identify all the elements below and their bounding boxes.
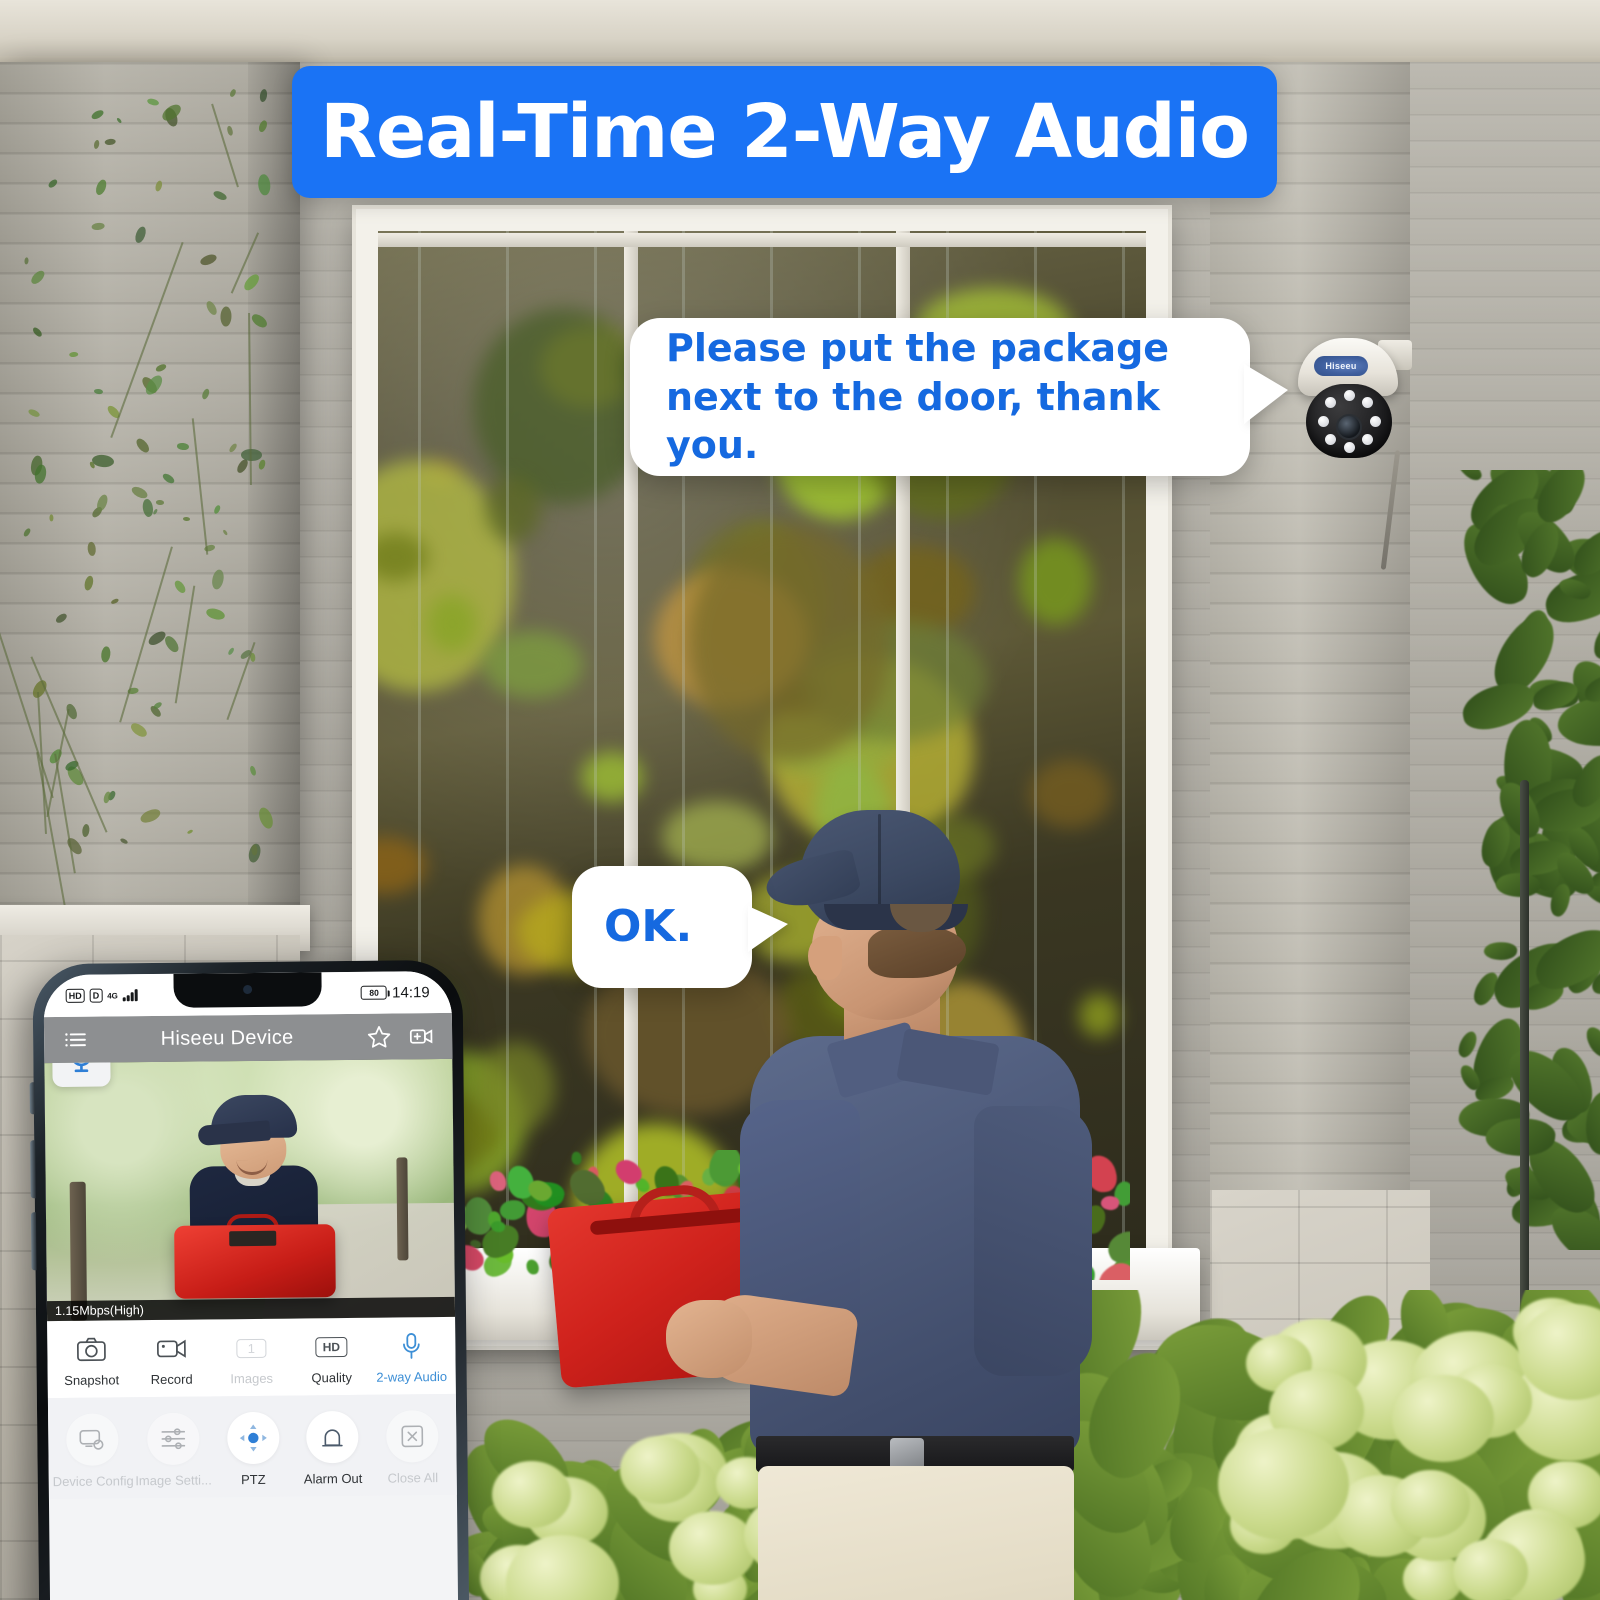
tool-ptz[interactable]: PTZ [213, 1411, 294, 1488]
tool-device-config[interactable]: Device Config [52, 1413, 134, 1489]
tool-label: Close All [387, 1470, 439, 1486]
roof-soffit [0, 0, 1600, 64]
bitrate-label: 1.15Mbps(High) [46, 1296, 456, 1322]
smartphone-mockup: HD D 4G 80 14:19 Hiseeu Device 1.15Mbps(… [29, 959, 470, 1600]
tool-images[interactable]: 1 Images [211, 1333, 292, 1387]
tool-snapshot[interactable]: Snapshot [51, 1334, 132, 1388]
tool-label: Snapshot [64, 1372, 120, 1388]
tool-2way-audio[interactable]: 2-way Audio [371, 1331, 452, 1385]
close-all-icon [386, 1410, 439, 1463]
tool-label: Quality [311, 1369, 353, 1386]
phone-volume-up-button[interactable] [30, 1140, 36, 1199]
person-reply-bubble: OK. [572, 866, 788, 988]
microphone-icon[interactable] [52, 1058, 111, 1088]
downspout-pole [1520, 780, 1529, 1340]
right-sleeve [974, 1106, 1092, 1376]
video-icon [156, 1334, 186, 1364]
list-menu-icon[interactable] [62, 1027, 88, 1053]
phone-screen: HD D 4G 80 14:19 Hiseeu Device 1.15Mbps(… [43, 970, 459, 1600]
window-mullion [378, 233, 1146, 247]
tool-label: Image Setti... [135, 1472, 212, 1489]
sliders-icon [146, 1412, 200, 1466]
ptz-joystick-icon [226, 1411, 280, 1465]
tool-alarm-out[interactable]: Alarm Out [293, 1410, 374, 1487]
signal-bars-icon [122, 989, 138, 1002]
cap-seam [878, 814, 881, 910]
hiseeu-ptz-camera: Hiseeu [1292, 330, 1412, 570]
star-icon[interactable] [366, 1024, 392, 1050]
sd-card-icon: D [89, 988, 103, 1003]
app-header-bar: Hiseeu Device [43, 1012, 453, 1064]
khaki-pants [758, 1466, 1074, 1600]
right-porch-column [1210, 62, 1410, 1242]
phone-mute-switch[interactable] [29, 1082, 35, 1115]
phone-volume-down-button[interactable] [30, 1212, 37, 1271]
live-video-preview[interactable]: 1.15Mbps(High) [44, 1058, 456, 1322]
status-bar-right: 80 14:19 [361, 984, 430, 1002]
preview-tree-trunk [396, 1157, 409, 1261]
tool-label: Alarm Out [303, 1470, 363, 1487]
network-type-label: 4G [107, 990, 118, 1000]
tool-label: Device Config [52, 1473, 134, 1490]
camera-icon [76, 1335, 106, 1365]
speech-bubble-tail [1244, 364, 1288, 424]
tool-record[interactable]: Record [131, 1333, 212, 1387]
tool-label: 2-way Audio [376, 1368, 448, 1385]
header-actions [366, 1023, 434, 1050]
speech-bubble-tail [748, 906, 788, 952]
status-bar-left: HD D 4G [65, 988, 138, 1003]
camera-lens [1336, 414, 1362, 440]
battery-icon: 80 [361, 985, 388, 1000]
camera-speech-text: Please put the package next to the door,… [666, 326, 1170, 468]
add-camera-icon[interactable] [408, 1023, 434, 1049]
ear [808, 936, 842, 980]
headline-banner: Real-Time 2-Way Audio [292, 66, 1277, 198]
front-camera-icon [243, 984, 253, 995]
phone-notch [173, 972, 322, 1008]
siren-icon [306, 1410, 359, 1464]
product-marketing-image: Hiseeu Real-Time 2-Way Audio Please put … [0, 0, 1600, 1600]
tool-label: PTZ [240, 1471, 266, 1488]
hd-icon: HD [315, 1332, 348, 1362]
app-title-label: Hiseeu Device [160, 1026, 294, 1050]
primary-toolbar: Snapshot Record 1 Images HD Quality 2-wa… [47, 1316, 456, 1399]
images-icon: 1 [236, 1333, 267, 1363]
hand [666, 1300, 752, 1378]
person-reply-text: OK. [604, 900, 693, 952]
headline-text: Real-Time 2-Way Audio [320, 89, 1250, 175]
microphone-icon [400, 1331, 422, 1361]
tool-label: Record [150, 1371, 193, 1388]
tool-close-all[interactable]: Close All [372, 1410, 453, 1486]
left-column-shadow-edge [248, 62, 300, 962]
tool-label: Images [230, 1370, 274, 1387]
tool-quality[interactable]: HD Quality [291, 1332, 372, 1386]
preview-delivery-person [173, 1094, 336, 1312]
device-config-icon [66, 1413, 120, 1466]
hd-badge-icon: HD [65, 988, 85, 1003]
preview-bag-label [229, 1230, 277, 1247]
camera-brand-logo: Hiseeu [1314, 356, 1368, 376]
secondary-toolbar: Device Config Image Setti... PTZ Alarm O… [47, 1393, 457, 1500]
clock-label: 14:19 [392, 983, 430, 1002]
camera-speech-bubble: Please put the package next to the door,… [630, 318, 1288, 476]
tool-image-settings[interactable]: Image Setti... [133, 1412, 214, 1488]
delivery-person [546, 800, 1160, 1600]
